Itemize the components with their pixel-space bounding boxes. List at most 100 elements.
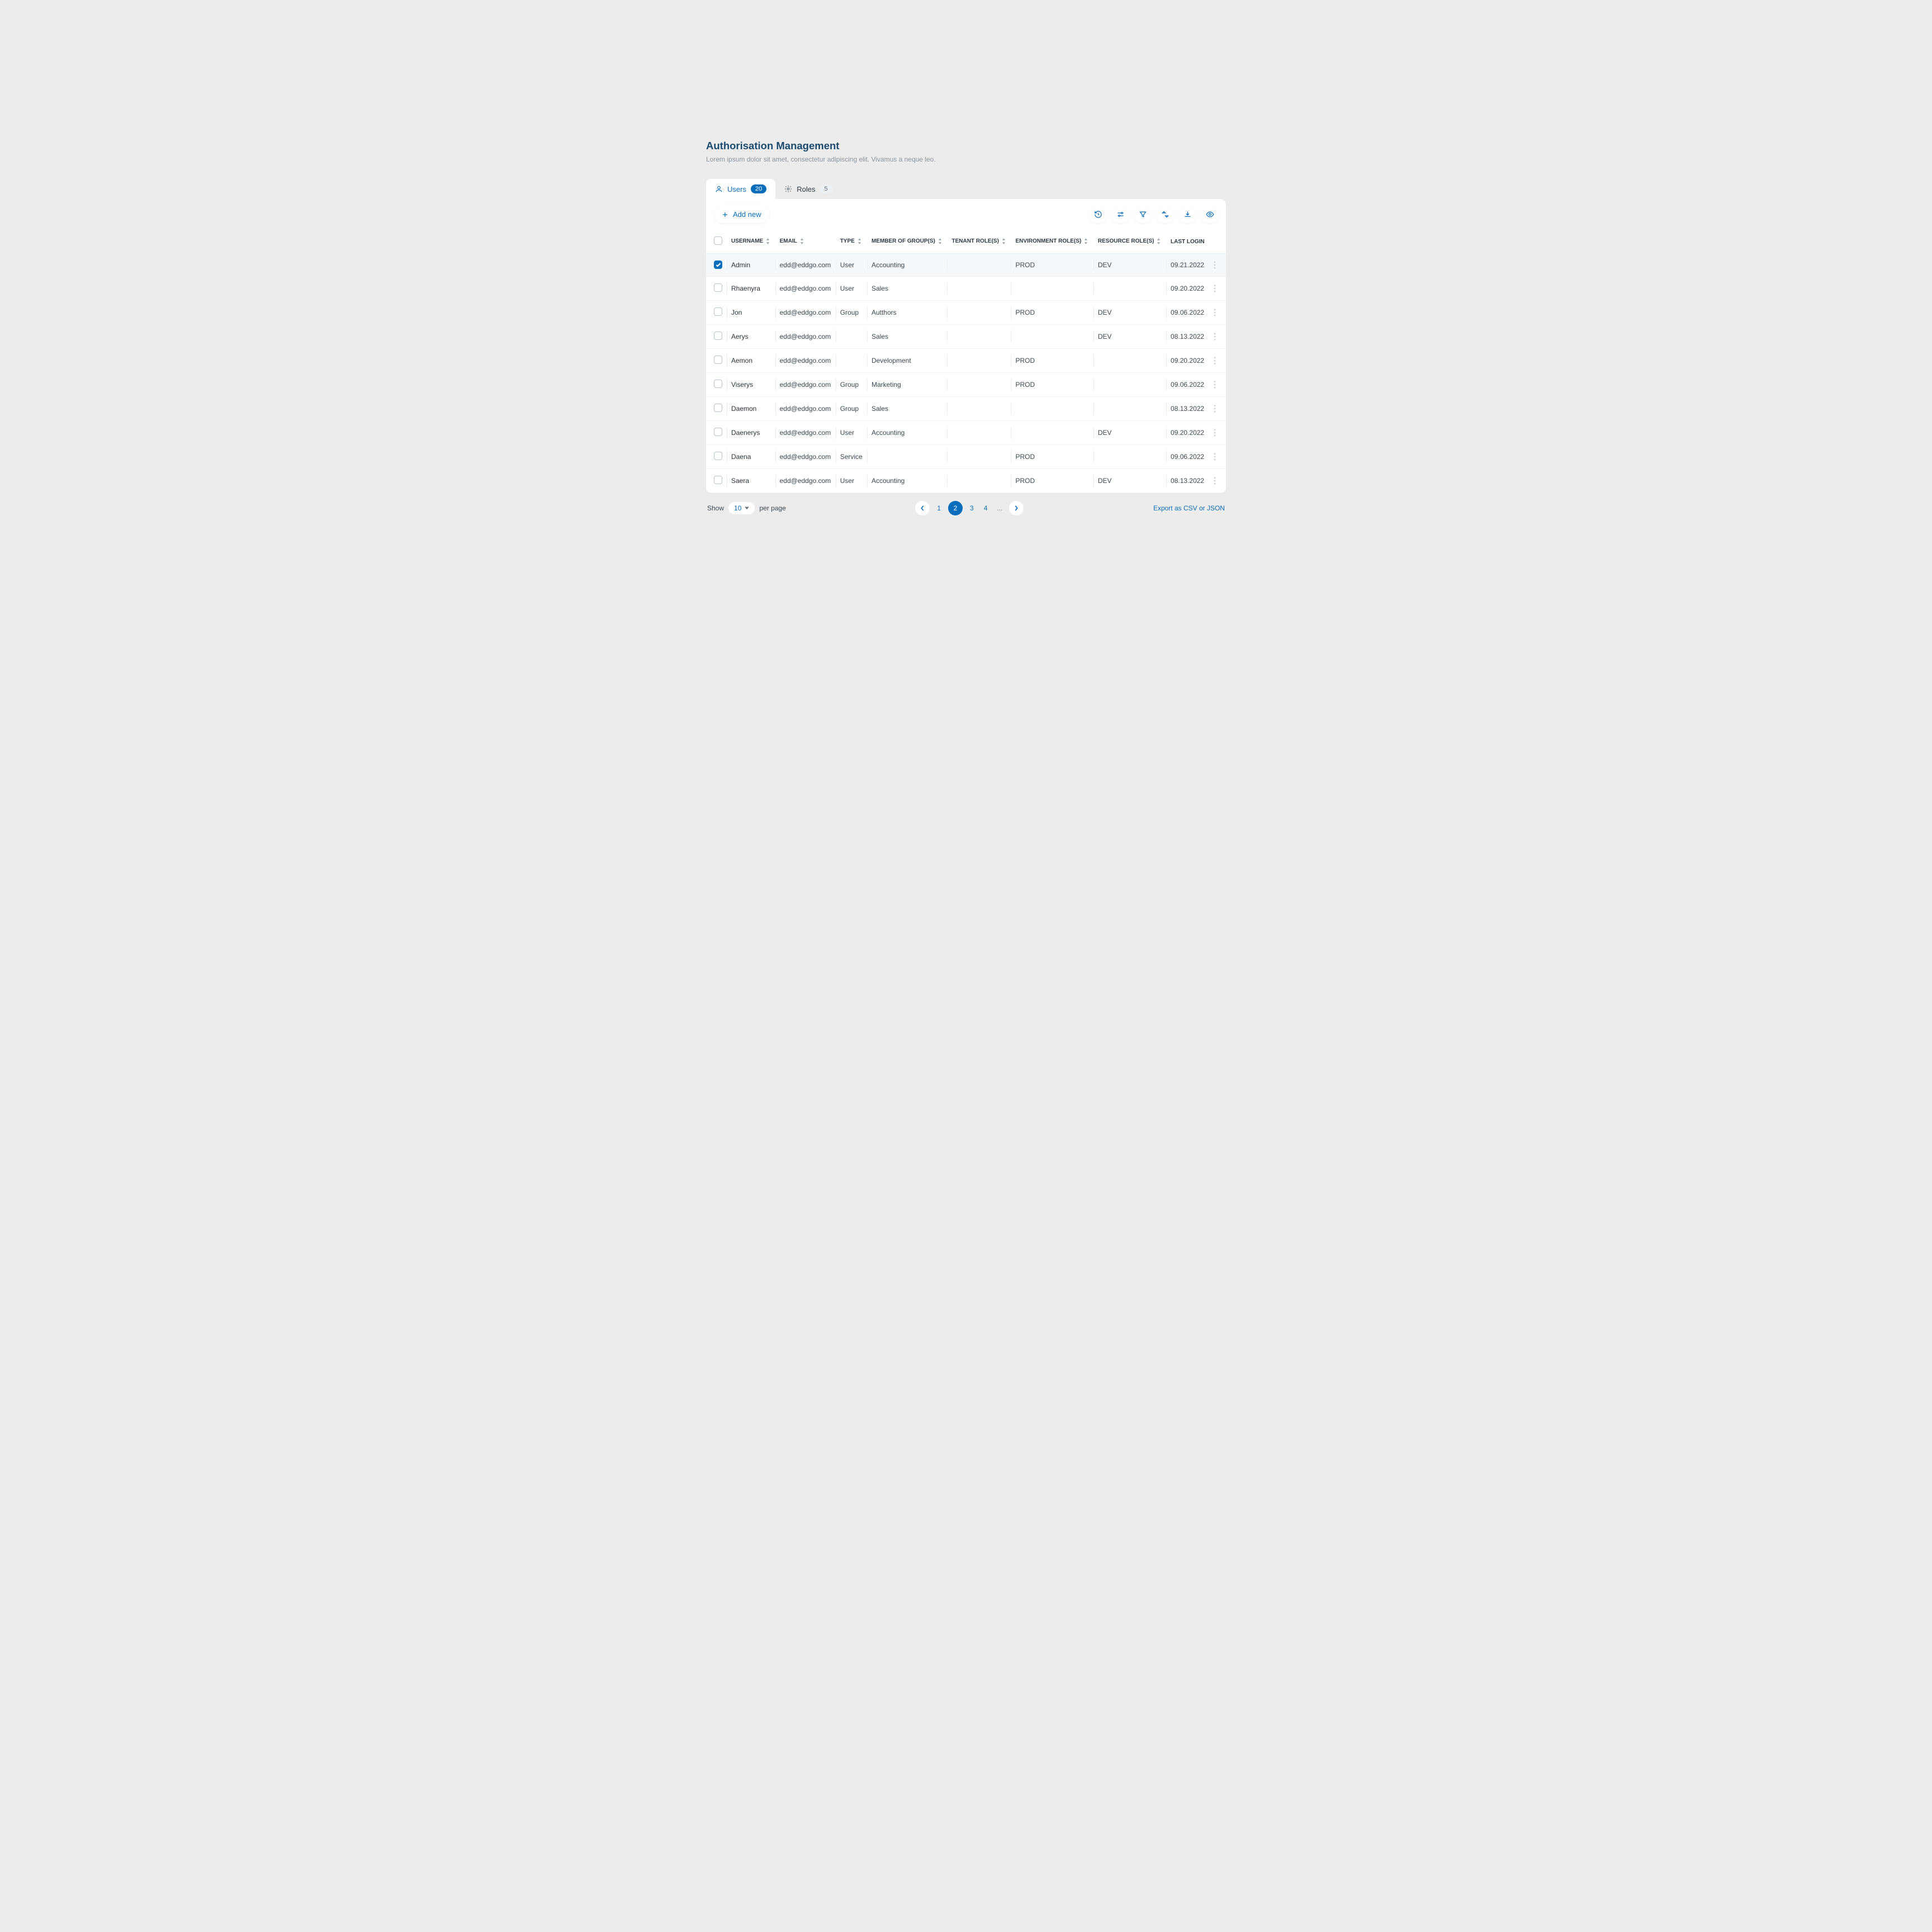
page-size-select[interactable]: 10 [728, 502, 755, 514]
per-page-control: Show 10 per page [707, 502, 786, 514]
cell-tenant [947, 468, 1011, 493]
cell-env: PROD [1011, 468, 1093, 493]
row-checkbox[interactable] [714, 380, 722, 388]
cell-tenant [947, 444, 1011, 468]
cell-groups: Accounting [867, 254, 948, 277]
select-all-checkbox[interactable] [714, 236, 722, 245]
row-actions-button[interactable] [1209, 348, 1226, 372]
cell-last-login: 09.20.2022 [1166, 420, 1209, 444]
row-checkbox[interactable] [714, 428, 722, 436]
col-groups[interactable]: MEMBER OF GROUP(S) [867, 230, 948, 254]
cell-env [1011, 324, 1093, 348]
cell-email: edd@eddgo.com [775, 324, 836, 348]
row-checkbox[interactable] [714, 332, 722, 340]
row-checkbox[interactable] [714, 283, 722, 292]
cell-resource: DEV [1093, 254, 1166, 277]
cell-username: Daena [727, 444, 775, 468]
row-checkbox[interactable] [714, 261, 722, 269]
cell-type: Service [836, 444, 867, 468]
cell-type: Group [836, 396, 867, 420]
cell-resource [1093, 372, 1166, 396]
cell-resource [1093, 396, 1166, 420]
sort-icon [799, 238, 804, 244]
cell-email: edd@eddgo.com [775, 348, 836, 372]
page-number[interactable]: 2 [948, 501, 963, 515]
cell-type: User [836, 254, 867, 277]
page-ellipsis: ... [995, 504, 1005, 512]
row-checkbox[interactable] [714, 356, 722, 364]
cell-resource: DEV [1093, 324, 1166, 348]
page-number[interactable]: 1 [934, 504, 944, 512]
next-page-button[interactable] [1009, 501, 1024, 515]
row-actions-button[interactable] [1209, 276, 1226, 300]
cell-username: Daemon [727, 396, 775, 420]
add-new-button[interactable]: Add new [714, 206, 769, 223]
row-actions-button[interactable] [1209, 254, 1226, 277]
download-icon[interactable] [1179, 206, 1196, 223]
row-checkbox[interactable] [714, 404, 722, 412]
panel: Add new [706, 199, 1226, 493]
tabs: Users 20 Roles 5 [706, 179, 1226, 199]
filter-icon[interactable] [1134, 206, 1151, 223]
cell-resource: DEV [1093, 468, 1166, 493]
col-email[interactable]: EMAIL [775, 230, 836, 254]
cell-type [836, 324, 867, 348]
row-actions-button[interactable] [1209, 300, 1226, 324]
col-username[interactable]: USERNAME [727, 230, 775, 254]
eye-icon[interactable] [1201, 206, 1218, 223]
row-actions-button[interactable] [1209, 420, 1226, 444]
col-env[interactable]: ENVIRONMENT ROLE(S) [1011, 230, 1093, 254]
cell-tenant [947, 372, 1011, 396]
cell-username: Saera [727, 468, 775, 493]
history-icon[interactable] [1090, 206, 1106, 223]
cell-email: edd@eddgo.com [775, 276, 836, 300]
row-actions-button[interactable] [1209, 396, 1226, 420]
cell-username: Aemon [727, 348, 775, 372]
page-subtitle: Lorem ipsum dolor sit amet, consectetur … [706, 155, 1226, 163]
prev-page-button[interactable] [915, 501, 930, 515]
col-resource[interactable]: RESOURCE ROLE(S) [1093, 230, 1166, 254]
col-last-login: LAST LOGIN [1166, 230, 1209, 254]
export-link[interactable]: Export as CSV or JSON [1153, 504, 1225, 512]
row-actions-button[interactable] [1209, 324, 1226, 348]
table-row: Daemon edd@eddgo.com Group Sales 08.13.2… [706, 396, 1226, 420]
page-number[interactable]: 3 [967, 504, 977, 512]
show-label: Show [707, 504, 724, 512]
pagination: 1234 ... [915, 501, 1024, 515]
col-tenant[interactable]: TENANT ROLE(S) [947, 230, 1011, 254]
row-checkbox[interactable] [714, 476, 722, 484]
tab-users-count: 20 [751, 184, 766, 193]
cell-tenant [947, 324, 1011, 348]
table-row: Daenerys edd@eddgo.com User Accounting D… [706, 420, 1226, 444]
col-type[interactable]: TYPE [836, 230, 867, 254]
table-row: Saera edd@eddgo.com User Accounting PROD… [706, 468, 1226, 493]
cell-env: PROD [1011, 254, 1093, 277]
cell-type: User [836, 420, 867, 444]
tab-roles[interactable]: Roles 5 [775, 179, 841, 199]
cell-type [836, 348, 867, 372]
cell-groups: Sales [867, 276, 948, 300]
table-row: Admin edd@eddgo.com User Accounting PROD… [706, 254, 1226, 277]
sort-icon[interactable] [1157, 206, 1173, 223]
cell-env [1011, 276, 1093, 300]
tab-users[interactable]: Users 20 [706, 179, 775, 199]
cell-type: Group [836, 372, 867, 396]
cell-email: edd@eddgo.com [775, 444, 836, 468]
row-checkbox[interactable] [714, 452, 722, 460]
page-number[interactable]: 4 [981, 504, 991, 512]
sliders-icon[interactable] [1112, 206, 1129, 223]
cell-username: Viserys [727, 372, 775, 396]
row-actions-button[interactable] [1209, 444, 1226, 468]
page-title: Authorisation Management [706, 140, 1226, 152]
table-row: Jon edd@eddgo.com Group Autthors PROD DE… [706, 300, 1226, 324]
sort-icon [1083, 238, 1088, 244]
cell-last-login: 08.13.2022 [1166, 396, 1209, 420]
cell-env: PROD [1011, 348, 1093, 372]
row-actions-button[interactable] [1209, 468, 1226, 493]
cell-username: Admin [727, 254, 775, 277]
row-actions-button[interactable] [1209, 372, 1226, 396]
cell-username: Jon [727, 300, 775, 324]
cell-type: User [836, 468, 867, 493]
cell-resource [1093, 444, 1166, 468]
row-checkbox[interactable] [714, 307, 722, 316]
